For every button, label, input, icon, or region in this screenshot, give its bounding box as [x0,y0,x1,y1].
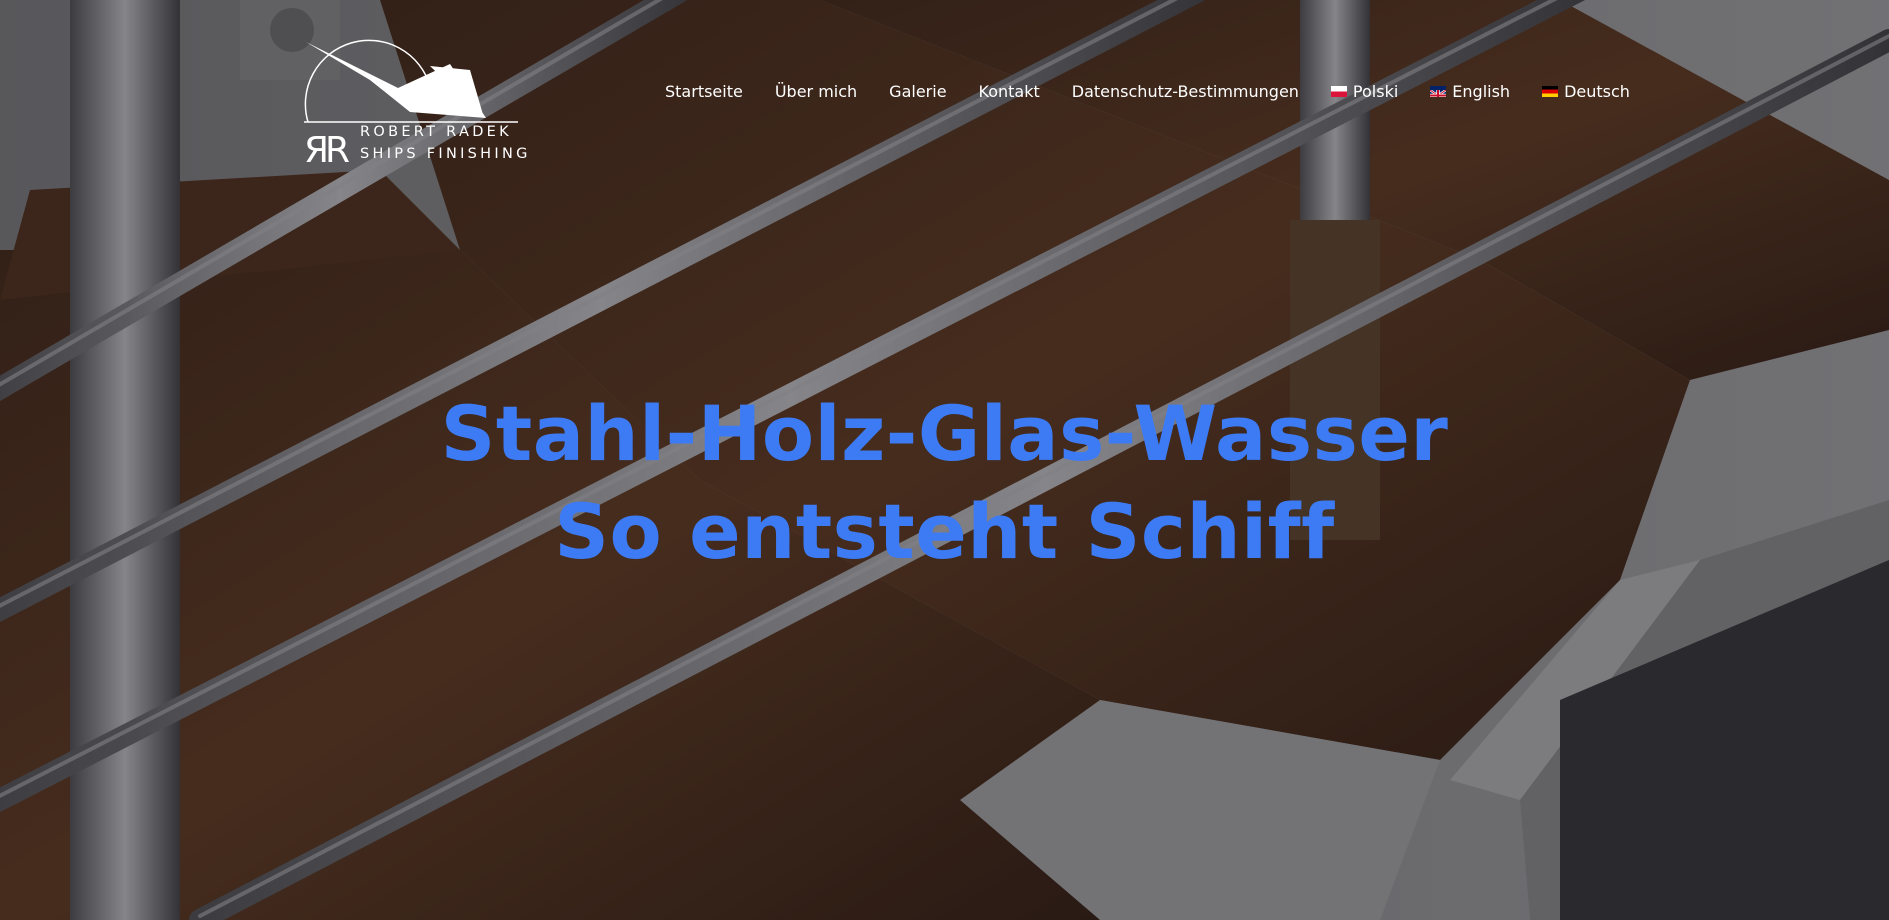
logo-tagline: SHIPS FINISHING [360,146,531,162]
nav-item-label: Kontakt [978,82,1040,101]
hero-headline-line1: Stahl-Holz-Glas-Wasser [440,389,1449,478]
flag-gb-icon [1430,86,1447,97]
nav-item-polski[interactable]: Polski [1330,82,1399,101]
hero-section: ЯR ROBERT RADEK SHIPS FINISHING Startsei… [0,0,1889,920]
nav-item-galerie[interactable]: Galerie [889,82,946,101]
hero-headline-line2: So entsteht Schiff [554,487,1335,576]
site-header: ЯR ROBERT RADEK SHIPS FINISHING Startsei… [0,0,1889,171]
site-logo[interactable]: ЯR ROBERT RADEK SHIPS FINISHING [300,36,527,171]
nav-item-label: Polski [1352,82,1399,101]
nav-item-label: English [1452,82,1511,101]
svg-text:ЯR: ЯR [304,130,349,168]
nav-item-english[interactable]: English [1430,82,1510,101]
nav-item-datenschutz[interactable]: Datenschutz-Bestimmungen [1072,82,1299,101]
nav-item-label: Über mich [774,82,858,101]
hero-headline: Stahl-Holz-Glas-Wasser So entsteht Schif… [0,385,1889,581]
main-navigation: Startseite Über mich Galerie Kontakt Dat… [665,82,1630,101]
nav-item-uber-mich[interactable]: Über mich [775,82,857,101]
logo-name: ROBERT RADEK [360,124,512,140]
flag-de-icon [1542,86,1559,97]
flag-pl-icon [1330,86,1347,97]
nav-item-kontakt[interactable]: Kontakt [979,82,1040,101]
nav-item-label: Datenschutz-Bestimmungen [1071,82,1299,101]
nav-item-label: Galerie [889,82,947,101]
nav-item-deutsch[interactable]: Deutsch [1542,82,1630,101]
nav-item-label: Deutsch [1564,82,1630,101]
nav-item-label: Startseite [665,82,743,101]
nav-item-startseite[interactable]: Startseite [665,82,743,101]
